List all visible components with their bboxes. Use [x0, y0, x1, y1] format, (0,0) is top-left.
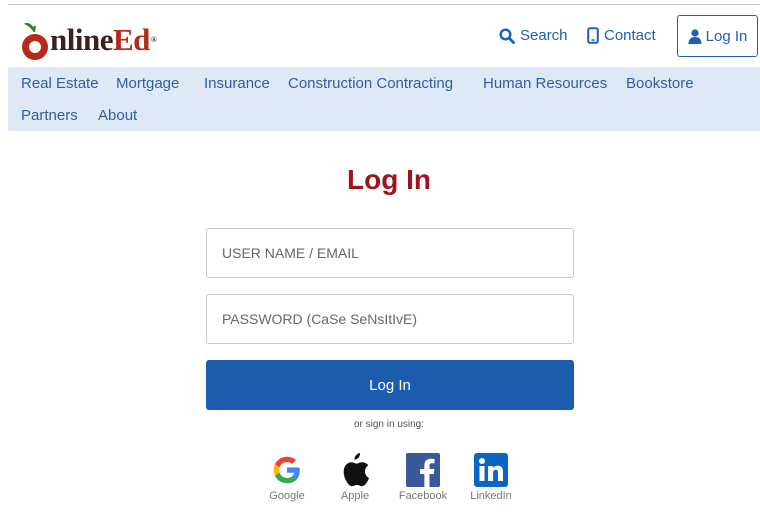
nav-insurance[interactable]: Insurance: [204, 75, 270, 92]
onlineed-logo[interactable]: nlineEd®: [20, 16, 157, 60]
google-label: Google: [269, 490, 305, 502]
login-submit-button[interactable]: Log In: [206, 360, 574, 410]
logo-registered: ®: [150, 35, 157, 44]
nav-real-estate[interactable]: Real Estate: [21, 75, 99, 92]
search-icon: [499, 27, 515, 44]
header-login-label: Log In: [705, 27, 748, 45]
nav-partners[interactable]: Partners: [21, 107, 78, 124]
logo-text-accent: Ed: [112, 22, 150, 57]
facebook-label: Facebook: [398, 490, 448, 502]
password-input[interactable]: [206, 294, 574, 344]
main-nav: Real Estate Mortgage Insurance Construct…: [8, 67, 760, 131]
username-input[interactable]: [206, 228, 574, 278]
facebook-icon: [406, 453, 440, 487]
logo-text-main: nline: [50, 22, 113, 57]
nav-human-resources[interactable]: Human Resources: [483, 75, 607, 92]
user-icon: [688, 28, 702, 44]
apple-label: Apple: [340, 490, 370, 502]
nav-mortgage[interactable]: Mortgage: [116, 75, 179, 92]
google-icon: [273, 456, 300, 484]
phone-icon: [587, 27, 599, 44]
page-title: Log In: [347, 164, 431, 195]
linkedin-label: LinkedIn: [470, 490, 512, 502]
linkedin-signin-button[interactable]: LinkedIn: [456, 452, 526, 502]
search-label: Search: [520, 27, 568, 44]
apple-icon: [343, 453, 369, 487]
nav-about[interactable]: About: [98, 107, 137, 124]
linkedin-icon: [474, 453, 508, 487]
contact-label: Contact: [604, 27, 656, 44]
logo-wordmark: nlineEd®: [50, 20, 157, 60]
top-divider: [8, 4, 760, 5]
facebook-signin-button[interactable]: Facebook: [388, 452, 458, 502]
sign-in-using-text: or sign in using:: [353, 419, 425, 430]
nav-bookstore[interactable]: Bookstore: [626, 75, 694, 92]
nav-construction-contracting[interactable]: Construction Contracting: [288, 75, 453, 92]
apple-signin-button[interactable]: Apple: [320, 452, 390, 502]
apple-logo-icon: [20, 22, 50, 60]
search-link[interactable]: Search: [499, 27, 568, 44]
contact-link[interactable]: Contact: [587, 27, 656, 44]
header-login-button[interactable]: Log In: [677, 15, 758, 57]
google-signin-button[interactable]: Google: [252, 452, 322, 502]
